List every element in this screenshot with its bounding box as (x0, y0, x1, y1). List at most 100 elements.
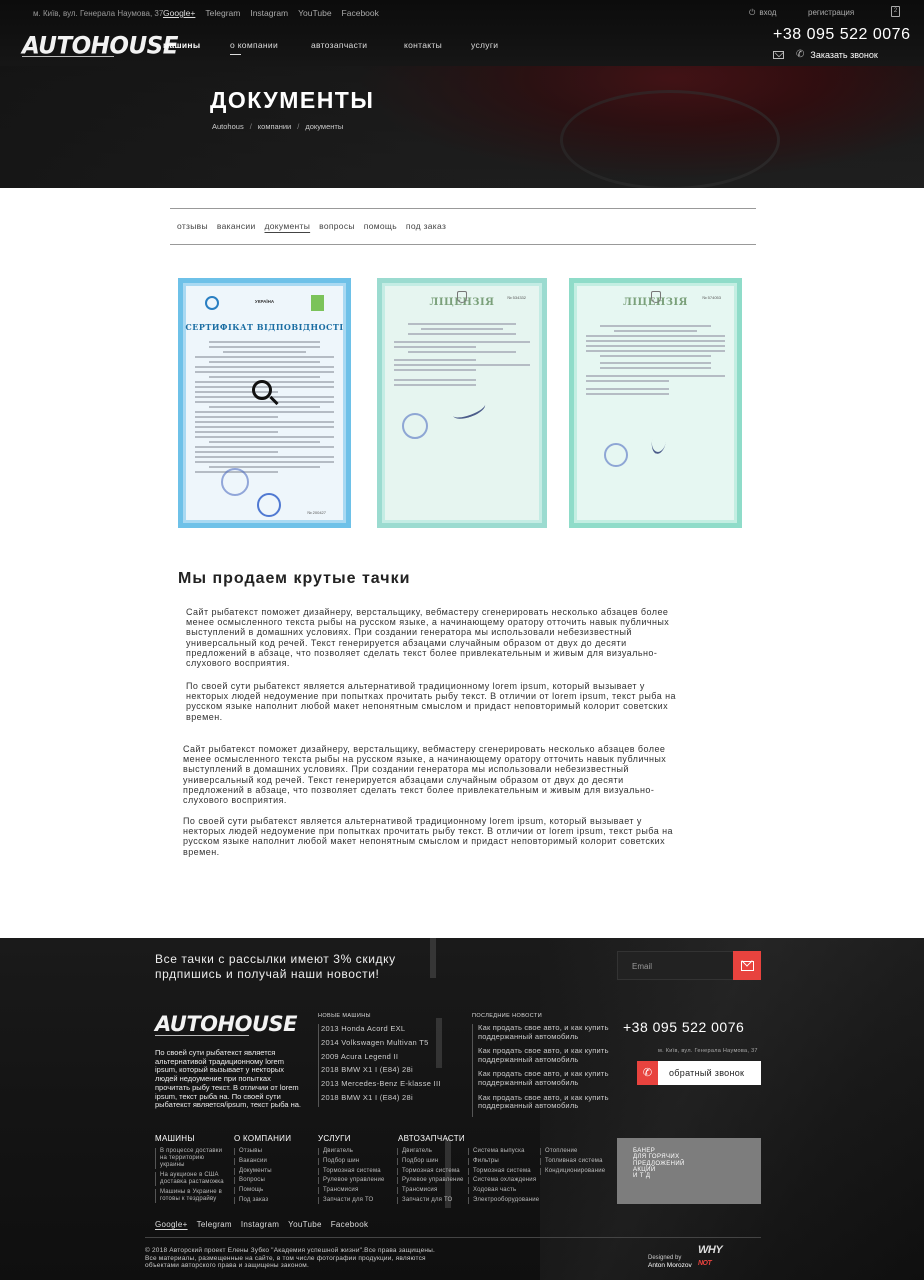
breadcrumb-company[interactable]: компании (258, 122, 291, 131)
subnav-reviews[interactable]: отзывы (177, 221, 208, 231)
register-link[interactable]: регистрация (808, 8, 854, 17)
subscribe-envelope-button[interactable] (733, 951, 761, 980)
site-footer: Все тачки с рассылки имеют 3% скидку прд… (0, 938, 924, 1280)
zoom-magnifier-icon[interactable] (252, 380, 272, 400)
cart-icon[interactable]: 2 (891, 6, 900, 17)
social-facebook-link[interactable]: Facebook (331, 1220, 369, 1229)
footer-menu-link[interactable]: Вопросы (234, 1177, 272, 1185)
footer-menu-link[interactable]: В процессе доставки на территорию украин… (155, 1148, 229, 1169)
new-car-link[interactable]: 2013 Honda Acord EXL (318, 1024, 441, 1038)
nav-company[interactable]: о компании (230, 40, 311, 55)
callback-label: обратный звонок (669, 1068, 745, 1078)
content-heading: Мы продаем крутые тачки (178, 570, 411, 587)
footer-menu-link[interactable]: Вакансии (234, 1157, 272, 1165)
callback-button[interactable]: ✆ обратный звонок (637, 1061, 761, 1085)
subnav-custom-order[interactable]: под заказ (406, 221, 446, 231)
nav-contacts[interactable]: контакты (404, 40, 471, 50)
social-google-link[interactable]: Google+ (155, 1220, 188, 1229)
document-license-2[interactable]: № 574053 ЛІЦЕНЗІЯ (569, 278, 742, 528)
footer-social-links: Google+ Telegram Instagram YouTube Faceb… (155, 1220, 368, 1229)
new-car-link[interactable]: 2018 BMW X1 I (E84) 28i (318, 1092, 441, 1107)
footer-menu-link[interactable]: Трансмисия (318, 1187, 385, 1195)
email-input[interactable]: Email (617, 951, 735, 980)
footer-phone[interactable]: +38 095 522 0076 (623, 1019, 744, 1035)
social-youtube-link[interactable]: YouTube (288, 1220, 322, 1229)
footer-menu-link[interactable]: Топливная система (540, 1157, 605, 1165)
footer-menu-link[interactable]: Подбор шин (397, 1157, 464, 1165)
breadcrumb-separator: / (297, 122, 300, 131)
footer-menu-link[interactable]: Тормозная система (318, 1167, 385, 1175)
social-telegram-link[interactable]: Telegram (205, 8, 240, 18)
news-link[interactable]: Как продать свое авто, и как купить подд… (472, 1093, 617, 1117)
designer-credit[interactable]: Designed by Anton Morozov (648, 1254, 692, 1270)
footer-menu-link[interactable]: Рулевое управление (397, 1177, 464, 1185)
logo-underline (22, 56, 114, 57)
social-instagram-link[interactable]: Instagram (250, 8, 288, 18)
footer-menu-link[interactable]: Помощь (234, 1187, 272, 1195)
footer-menu-link[interactable]: Машины в Украине в готовы к тездрайву (155, 1188, 229, 1203)
nav-parts[interactable]: автозапчасти (311, 40, 404, 50)
news-link[interactable]: Как продать свое авто, и как купить подд… (472, 1069, 617, 1094)
social-youtube-link[interactable]: YouTube (298, 8, 331, 18)
footer-menu-services-heading[interactable]: УСЛУГИ (318, 1134, 351, 1143)
new-car-link[interactable]: 2009 Acura Legend II (318, 1051, 441, 1066)
new-car-link[interactable]: 2018 BMW X1 I (E84) 28i (318, 1065, 441, 1080)
subnav-help[interactable]: помощь (364, 221, 397, 231)
nav-services[interactable]: услуги (471, 40, 498, 50)
footer-menu-link[interactable]: Рулевое управление (318, 1177, 385, 1185)
subnav-documents[interactable]: документы (265, 221, 311, 231)
new-car-link[interactable]: 2013 Mercedes-Benz E-klasse III (318, 1079, 441, 1093)
news-heading: ПОСЛЕДНИЕ НОВОСТИ (472, 1013, 543, 1019)
document-license-1[interactable]: № 534332 ЛІЦЕНЗІЯ (377, 278, 547, 528)
trident-emblem-icon (650, 291, 661, 303)
document-certificate[interactable]: УКРАЇНА СЕРТИФІКАТ ВІДПОВІДНОСТІ № 20042… (178, 278, 351, 528)
new-car-link[interactable]: 2014 Volkswagen Multivan T5 (318, 1037, 441, 1052)
company-subnav: отзывы вакансии документы вопросы помощь… (177, 221, 446, 231)
news-link[interactable]: Как продать свое авто, и как купить подд… (472, 1046, 617, 1071)
footer-menu-cars-heading[interactable]: МАШИНЫ (155, 1134, 195, 1143)
footer-menu-link[interactable]: Ходовая часть (468, 1187, 539, 1195)
social-instagram-link[interactable]: Instagram (241, 1220, 279, 1229)
footer-menu-parts-heading[interactable]: АВТОЗАПЧАСТИ (398, 1134, 465, 1143)
news-link[interactable]: Как продать свое авто, и как купить подд… (472, 1023, 617, 1048)
subnav-vacancies[interactable]: вакансии (217, 221, 256, 231)
footer-menu-link[interactable]: Запчасти для ТО (318, 1196, 385, 1204)
social-telegram-link[interactable]: Telegram (197, 1220, 232, 1229)
footer-about-text: По своей сути рыбатекст является альтерн… (155, 1048, 301, 1110)
subnav-questions[interactable]: вопросы (319, 221, 355, 231)
main-nav: машины о компании автозапчасти контакты … (163, 40, 498, 55)
nav-cars[interactable]: машины (163, 40, 230, 50)
mail-icon[interactable] (773, 50, 784, 59)
footer-menu-company-heading[interactable]: О КОМПАНИИ (234, 1134, 291, 1143)
whynot-logo[interactable]: WHY NOT (698, 1244, 723, 1268)
footer-menu-link[interactable]: Отзывы (234, 1148, 272, 1155)
footer-menu-link[interactable]: Под заказ (234, 1196, 272, 1204)
footer-menu-parts-col2: Система выпуска Фильтры Тормозная систем… (468, 1148, 539, 1207)
footer-menu-link[interactable]: Система выпуска (468, 1148, 539, 1155)
phone-icon: ✆ (637, 1061, 658, 1085)
footer-menu-link[interactable]: Запчасти для ТО (397, 1196, 464, 1204)
footer-menu-link[interactable]: На аукционе в США доставка растаможка (155, 1171, 229, 1186)
footer-menu-link[interactable]: Электрооборудование (468, 1196, 539, 1204)
order-call-link[interactable]: Заказать звонок (810, 50, 877, 60)
header-phone[interactable]: +38 095 522 0076 (773, 26, 910, 44)
breadcrumb-home[interactable]: Autohous (212, 122, 244, 131)
footer-menu-link[interactable]: Подбор шин (318, 1157, 385, 1165)
footer-menu-link[interactable]: Двигатель (397, 1148, 464, 1155)
footer-menu-link[interactable]: Система охлаждения (468, 1177, 539, 1185)
footer-menu-link[interactable]: Тормозная система (468, 1167, 539, 1175)
footer-menu-link[interactable]: Документы (234, 1167, 272, 1175)
login-link[interactable]: ⏻ вход (749, 8, 776, 18)
document-serial: № 574053 (702, 295, 721, 300)
footer-menu-link[interactable]: Фильтры (468, 1157, 539, 1165)
power-icon: ⏻ (749, 8, 756, 17)
social-facebook-link[interactable]: Facebook (342, 8, 379, 18)
footer-menu-link[interactable]: Отопление (540, 1148, 605, 1155)
promo-banner[interactable]: БАНЕР ДЛЯ ГОРЯЧИХ ПРЕДЛОЖЕНИЙ АКЦИЙ И Т … (617, 1138, 761, 1204)
social-google-link[interactable]: Google+ (163, 8, 195, 18)
footer-menu-link[interactable]: Тормозная система (397, 1167, 464, 1175)
footer-logo[interactable]: AUTOHOUSE (155, 1012, 298, 1036)
footer-menu-link[interactable]: Кондиционирование (540, 1167, 605, 1175)
footer-menu-link[interactable]: Трансмисия (397, 1187, 464, 1195)
footer-menu-link[interactable]: Двигатель (318, 1148, 385, 1155)
